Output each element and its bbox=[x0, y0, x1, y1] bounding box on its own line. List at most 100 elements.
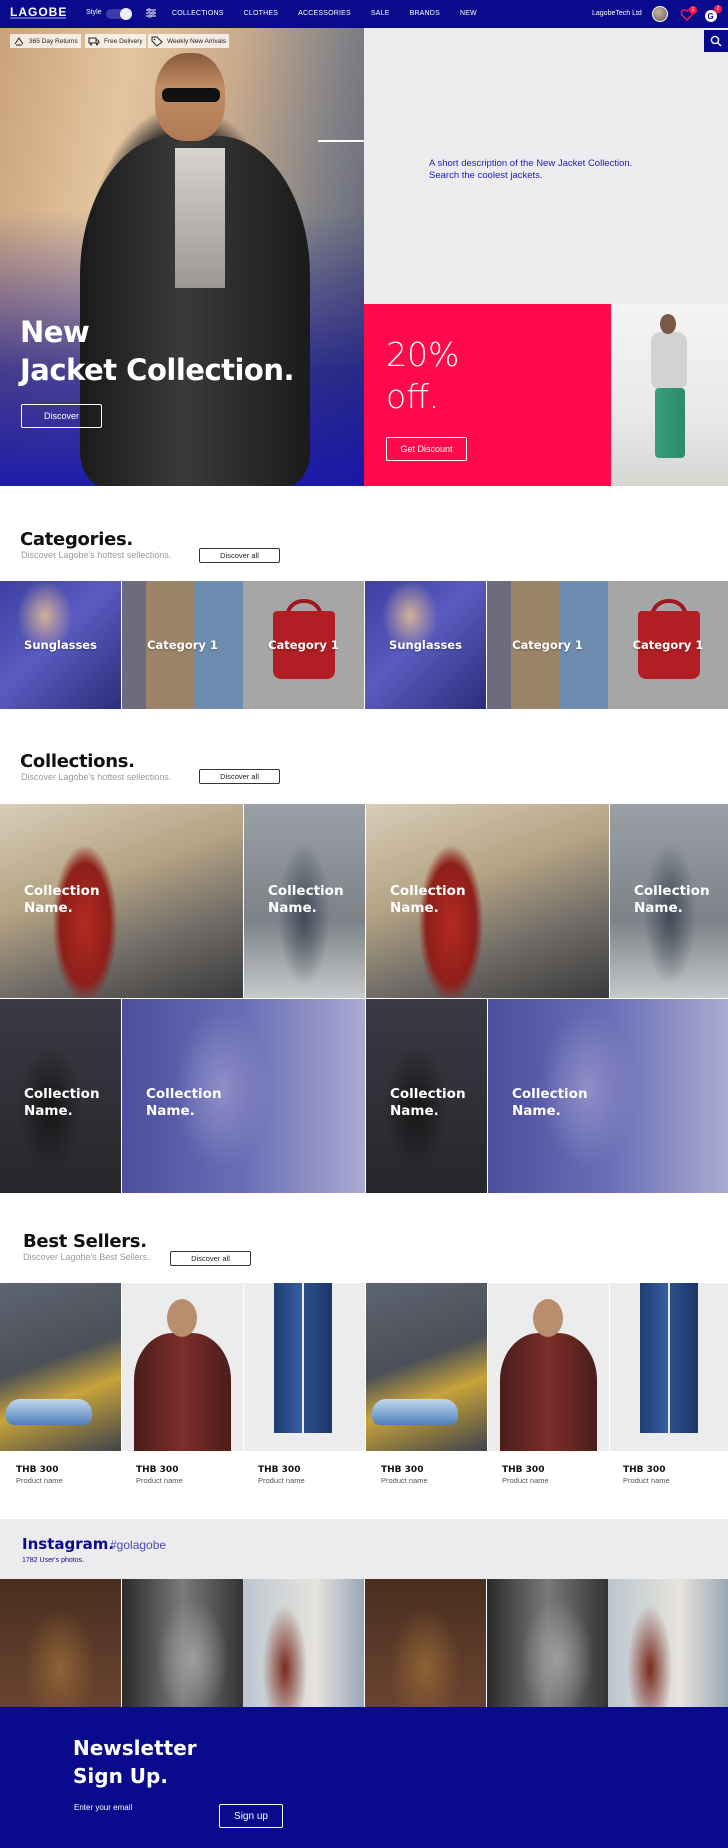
product-price: THB 300 bbox=[623, 1465, 666, 1475]
collection-tile[interactable]: Collection Name. bbox=[244, 804, 365, 998]
collection-tile[interactable]: Collection Name. bbox=[610, 804, 728, 998]
category-label: Category 1 bbox=[268, 638, 339, 652]
instagram-photo[interactable] bbox=[0, 1579, 121, 1707]
best-sellers-discover-all-button[interactable]: Discover all bbox=[170, 1251, 251, 1266]
nav-link-sale[interactable]: SALE bbox=[371, 10, 390, 17]
search-button[interactable] bbox=[704, 30, 728, 52]
instagram-photo[interactable] bbox=[122, 1579, 243, 1707]
product-image[interactable] bbox=[0, 1283, 121, 1451]
jacket-shape bbox=[500, 1333, 597, 1451]
instagram-photo[interactable] bbox=[243, 1579, 364, 1707]
shoe-shape bbox=[6, 1399, 92, 1425]
nav-links: COLLECTIONS CLOTHES ACCESSORIES SALE BRA… bbox=[172, 10, 497, 17]
category-tile[interactable]: Category 1 bbox=[122, 581, 243, 709]
hero-model-sunglasses bbox=[162, 88, 220, 102]
usp-delivery-label: Free Delivery bbox=[104, 37, 143, 45]
collection-label-line2: Name. bbox=[390, 1103, 439, 1119]
category-tile[interactable]: Category 1 bbox=[243, 581, 364, 709]
email-field[interactable]: Enter your email bbox=[74, 1803, 132, 1812]
category-tile[interactable]: Sunglasses bbox=[365, 581, 486, 709]
discover-button[interactable]: Discover bbox=[21, 404, 102, 428]
usp-new-arrivals-label: Weekly New Arrivals bbox=[167, 37, 227, 45]
cart-count-badge: 2 bbox=[714, 5, 722, 13]
category-label: Category 1 bbox=[147, 638, 218, 652]
style-toggle[interactable] bbox=[106, 8, 132, 20]
account-name[interactable]: LagobeTech Ltd bbox=[592, 10, 642, 17]
product-image[interactable] bbox=[244, 1283, 365, 1451]
newsletter-title-line2: Sign Up. bbox=[73, 1764, 168, 1788]
style-label: Style bbox=[86, 9, 102, 16]
product-image[interactable] bbox=[366, 1283, 487, 1451]
product-image[interactable] bbox=[610, 1283, 728, 1451]
collection-label: Collection Name. bbox=[390, 883, 470, 917]
product-name[interactable]: Product name bbox=[623, 1476, 670, 1485]
product-name[interactable]: Product name bbox=[381, 1476, 428, 1485]
instagram-photo[interactable] bbox=[365, 1579, 486, 1707]
collection-tile[interactable]: Collection Name. bbox=[488, 999, 728, 1193]
product-image[interactable] bbox=[122, 1283, 243, 1451]
product-name[interactable]: Product name bbox=[258, 1476, 305, 1485]
instagram-photo[interactable] bbox=[608, 1579, 728, 1707]
instagram-hashtag[interactable]: #golagobe bbox=[110, 1538, 166, 1552]
instagram-photo[interactable] bbox=[487, 1579, 608, 1707]
collection-label: Collection Name. bbox=[24, 1086, 104, 1120]
newsletter-title: Newsletter Sign Up. bbox=[73, 1734, 293, 1790]
collection-label-line2: Name. bbox=[634, 900, 683, 916]
toggle-knob bbox=[120, 8, 132, 20]
best-sellers-title: Best Sellers. bbox=[23, 1231, 147, 1252]
collection-label: Collection Name. bbox=[390, 1086, 470, 1120]
collection-label-line1: Collection bbox=[390, 1086, 466, 1102]
hero-description-line2: Search the coolest jackets. bbox=[429, 170, 543, 181]
nav-link-collections[interactable]: COLLECTIONS bbox=[172, 10, 224, 17]
collection-label-line2: Name. bbox=[512, 1103, 561, 1119]
collection-tile[interactable]: Collection Name. bbox=[366, 999, 487, 1193]
collection-tile[interactable]: Collection Name. bbox=[0, 999, 121, 1193]
avatar[interactable] bbox=[652, 6, 668, 22]
category-tile[interactable]: Category 1 bbox=[608, 581, 728, 709]
promo-model-image bbox=[611, 304, 728, 486]
product-price: THB 300 bbox=[258, 1465, 301, 1475]
promo-text: 20% off. bbox=[386, 334, 459, 418]
collection-tile[interactable]: Collection Name. bbox=[366, 804, 609, 998]
usp-new-arrivals: Weekly New Arrivals bbox=[148, 34, 230, 48]
filter-icon[interactable] bbox=[146, 8, 156, 18]
collection-tile[interactable]: Collection Name. bbox=[0, 804, 243, 998]
collection-label-line1: Collection bbox=[634, 883, 710, 899]
collection-label-line1: Collection bbox=[390, 883, 466, 899]
shoe-shape bbox=[372, 1399, 458, 1425]
get-discount-button[interactable]: Get Discount bbox=[386, 437, 467, 461]
nav-link-clothes[interactable]: CLOTHES bbox=[244, 10, 278, 17]
category-tile[interactable]: Sunglasses bbox=[0, 581, 121, 709]
logo-tagline-bar bbox=[10, 17, 66, 19]
collection-label: Collection Name. bbox=[512, 1086, 592, 1120]
nav-link-accessories[interactable]: ACCESSORIES bbox=[298, 10, 351, 17]
categories-discover-all-button[interactable]: Discover all bbox=[199, 548, 280, 563]
sign-up-button[interactable]: Sign up bbox=[219, 1804, 283, 1828]
category-label: Category 1 bbox=[632, 638, 704, 652]
collections-discover-all-button[interactable]: Discover all bbox=[199, 769, 280, 784]
search-icon bbox=[710, 35, 722, 47]
nav-link-new[interactable]: NEW bbox=[460, 10, 477, 17]
collection-label: Collection Name. bbox=[634, 883, 714, 917]
usp-returns-label: 365 Day Returns bbox=[29, 37, 78, 45]
collection-tile[interactable]: Collection Name. bbox=[122, 999, 365, 1193]
product-price: THB 300 bbox=[381, 1465, 424, 1475]
jeans-leg bbox=[304, 1283, 332, 1433]
product-price: THB 300 bbox=[16, 1465, 59, 1475]
jeans-leg bbox=[640, 1283, 668, 1433]
promo-banner: 20% off. Get Discount bbox=[364, 304, 611, 486]
truck-icon bbox=[88, 37, 100, 45]
product-image[interactable] bbox=[488, 1283, 609, 1451]
product-name[interactable]: Product name bbox=[16, 1476, 63, 1485]
category-tile[interactable]: Category 1 bbox=[487, 581, 608, 709]
best-sellers-subtitle: Discover Lagobe's Best Sellers. bbox=[23, 1252, 150, 1262]
collection-label-line2: Name. bbox=[24, 900, 73, 916]
product-name[interactable]: Product name bbox=[136, 1476, 183, 1485]
newsletter-title-line1: Newsletter bbox=[73, 1736, 197, 1760]
tag-icon bbox=[151, 36, 163, 47]
collection-label: Collection Name. bbox=[146, 1086, 226, 1120]
instagram-photo-count: 1782 User's photos. bbox=[22, 1557, 85, 1564]
nav-link-brands[interactable]: BRANDS bbox=[410, 10, 440, 17]
collections-title: Collections. bbox=[20, 751, 135, 772]
product-name[interactable]: Product name bbox=[502, 1476, 549, 1485]
